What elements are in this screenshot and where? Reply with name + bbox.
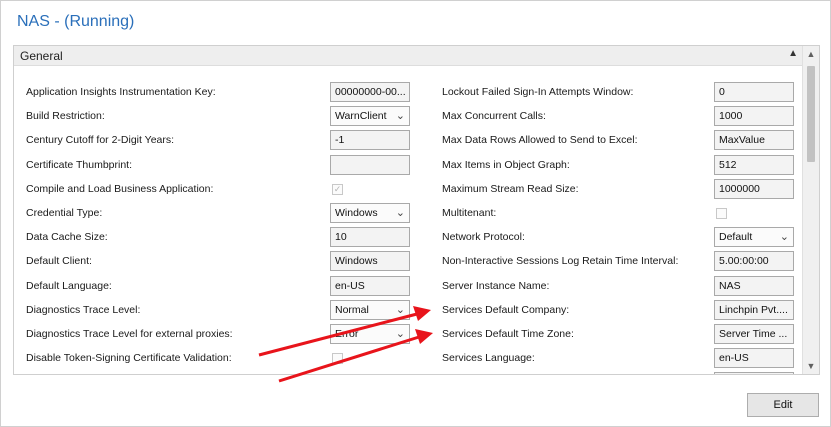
diagnostics-trace-level-for-external-proxies-label: Diagnostics Trace Level for external pro…	[26, 328, 233, 340]
non-interactive-sessions-log-retain-time-interval-value: 5.00:00:00	[719, 255, 769, 268]
max-concurrent-calls-label: Max Concurrent Calls:	[442, 110, 546, 123]
max-concurrent-calls-value: 1000	[719, 110, 743, 123]
diagnostics-trace-level-label: Diagnostics Trace Level:	[26, 303, 141, 316]
max-items-in-object-graph-label: Max Items in Object Graph:	[442, 158, 570, 171]
multitenant-checkbox[interactable]	[716, 208, 727, 219]
edit-button[interactable]: Edit	[747, 393, 819, 417]
disable-token-signing-certificate-validation-checkbox[interactable]	[332, 353, 343, 365]
century-cutoff-for-2-digit-years-label: Century Cutoff for 2-Digit Years:	[26, 134, 175, 147]
vertical-scrollbar[interactable]: ▲ ▼	[802, 46, 819, 374]
default-client-value: Windows	[335, 255, 378, 268]
services-language-label: Services Language:	[442, 352, 535, 365]
server-instance-name-value: NAS	[719, 279, 741, 292]
network-protocol-value: Default	[719, 231, 753, 244]
diagnostics-trace-level-select[interactable]: Normal ⌄	[330, 299, 410, 320]
century-cutoff-for-2-digit-years-field[interactable]: -1	[330, 130, 410, 151]
general-panel: General ▲ Application Insights Instrumen…	[13, 45, 820, 375]
lockout-failed-sign-in-attempts-window-field[interactable]: 0	[714, 82, 794, 102]
services-language-value: en-US	[719, 352, 749, 365]
services-default-time-zone-value: Server Time ...	[719, 328, 788, 340]
chevron-down-icon[interactable]: ⌄	[396, 206, 405, 219]
server-instance-name-field[interactable]: NAS	[714, 275, 794, 296]
chevron-down-icon[interactable]: ⌄	[396, 303, 405, 316]
diagnostics-trace-level-value: Normal	[335, 303, 369, 316]
build-restriction-label: Build Restriction:	[26, 110, 105, 123]
certificate-thumbprint-field[interactable]	[330, 154, 410, 175]
default-client-field[interactable]: Windows	[330, 251, 410, 272]
data-cache-size-value: 10	[335, 231, 347, 244]
multitenant-label: Multitenant:	[442, 207, 497, 219]
max-data-rows-allowed-to-send-to-excel-field[interactable]: MaxValue	[714, 130, 794, 151]
application-insights-instrumentation-key-field[interactable]: 00000000-00...	[330, 82, 410, 102]
max-items-in-object-graph-field[interactable]: 512	[714, 154, 794, 175]
default-language-label: Default Language:	[26, 279, 112, 292]
non-interactive-sessions-log-retain-time-interval-field[interactable]: 5.00:00:00	[714, 251, 794, 272]
chevron-down-icon[interactable]: ⌄	[780, 230, 789, 243]
chevron-down-icon[interactable]: ⌄	[396, 327, 405, 340]
services-default-company-field[interactable]: Linchpin Pvt....	[714, 299, 794, 320]
maximum-stream-read-size-value: 1000000	[719, 182, 760, 195]
compile-and-load-business-application-label: Compile and Load Business Application:	[26, 182, 214, 195]
scroll-up-icon[interactable]: ▲	[803, 46, 819, 62]
application-insights-instrumentation-key-value: 00000000-00...	[335, 86, 406, 98]
non-interactive-sessions-log-retain-time-interval-label: Non-Interactive Sessions Log Retain Time…	[442, 255, 679, 268]
default-language-field[interactable]: en-US	[330, 275, 410, 296]
credential-type-select[interactable]: Windows ⌄	[330, 203, 410, 223]
credential-type-label: Credential Type:	[26, 207, 103, 219]
network-protocol-label: Network Protocol:	[442, 231, 525, 244]
network-protocol-select[interactable]: Default ⌄	[714, 227, 794, 248]
default-client-label: Default Client:	[26, 255, 92, 268]
certificate-thumbprint-label: Certificate Thumbprint:	[26, 158, 133, 171]
maximum-stream-read-size-field[interactable]: 1000000	[714, 178, 794, 199]
max-data-rows-allowed-to-send-to-excel-label: Max Data Rows Allowed to Send to Excel:	[442, 134, 638, 147]
disable-token-signing-certificate-validation-label: Disable Token-Signing Certificate Valida…	[26, 352, 232, 365]
build-restriction-value: WarnClient	[335, 110, 387, 123]
nas-settings-window: NAS - (Running) General ▲ Application In…	[0, 0, 831, 427]
services-default-time-zone-field[interactable]: Server Time ...	[714, 324, 794, 344]
chevron-up-icon[interactable]: ▲	[788, 48, 798, 59]
window-title: NAS - (Running)	[17, 13, 135, 30]
credential-type-value: Windows	[335, 207, 378, 219]
chevron-down-icon[interactable]: ⌄	[396, 109, 405, 122]
diagnostics-trace-level-for-external-proxies-select[interactable]: Error ⌄	[330, 324, 410, 344]
century-cutoff-for-2-digit-years-value: -1	[335, 134, 345, 147]
compile-and-load-business-application-checkbox[interactable]: ✓	[332, 183, 343, 195]
diagnostics-trace-level-for-external-proxies-value: Error	[335, 328, 359, 340]
data-cache-size-field[interactable]: 10	[330, 227, 410, 248]
services-default-company-value: Linchpin Pvt....	[719, 303, 788, 316]
scroll-down-icon[interactable]: ▼	[803, 358, 819, 374]
services-default-time-zone-label: Services Default Time Zone:	[442, 328, 574, 340]
section-label: General	[20, 49, 63, 63]
max-items-in-object-graph-value: 512	[719, 158, 737, 171]
scrollbar-thumb[interactable]	[807, 66, 815, 162]
general-section-header[interactable]: General ▲	[14, 46, 804, 66]
default-language-value: en-US	[335, 279, 365, 292]
services-language-field[interactable]: en-US	[714, 348, 794, 369]
maximum-stream-read-size-label: Maximum Stream Read Size:	[442, 182, 579, 195]
services-default-company-label: Services Default Company:	[442, 303, 570, 316]
data-cache-size-label: Data Cache Size:	[26, 231, 108, 244]
build-restriction-select[interactable]: WarnClient ⌄	[330, 106, 410, 127]
application-insights-instrumentation-key-label: Application Insights Instrumentation Key…	[26, 86, 216, 98]
services-option-test-s-field[interactable]: Option C...	[714, 372, 794, 374]
lockout-failed-sign-in-attempts-window-label: Lockout Failed Sign-In Attempts Window:	[442, 86, 634, 98]
max-concurrent-calls-field[interactable]: 1000	[714, 106, 794, 127]
lockout-failed-sign-in-attempts-window-value: 0	[719, 86, 725, 98]
server-instance-name-label: Server Instance Name:	[442, 279, 550, 292]
max-data-rows-allowed-to-send-to-excel-value: MaxValue	[719, 134, 765, 147]
